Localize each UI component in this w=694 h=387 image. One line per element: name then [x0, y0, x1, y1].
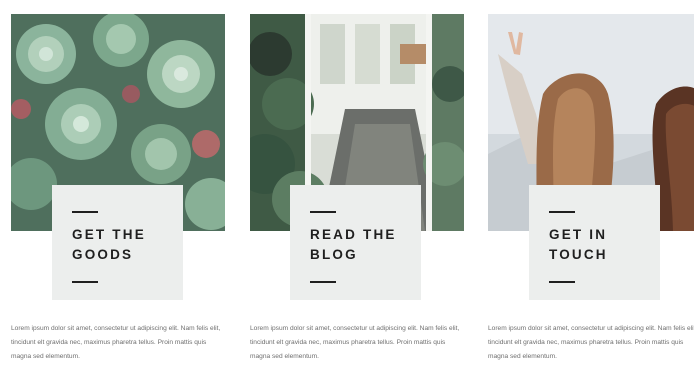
label-box: READ THE BLOG	[290, 185, 421, 300]
label-box: GET IN TOUCH	[529, 185, 660, 300]
card-description: Lorem ipsum dolor sit amet, consectetur …	[488, 325, 694, 360]
divider-top	[549, 211, 575, 213]
divider-bottom	[72, 281, 98, 283]
card-title[interactable]: GET THE GOODS	[72, 225, 177, 265]
card-title[interactable]: GET IN TOUCH	[549, 225, 654, 265]
card-title[interactable]: READ THE BLOG	[310, 225, 415, 265]
feature-cards-section: GET THE GOODS Lorem ipsum dolor sit amet…	[0, 0, 694, 387]
divider-bottom	[549, 281, 575, 283]
card-description: Lorem ipsum dolor sit amet, consectetur …	[11, 325, 221, 360]
card-description: Lorem ipsum dolor sit amet, consectetur …	[250, 325, 460, 360]
divider-bottom	[310, 281, 336, 283]
card-get-in-touch[interactable]: GET IN TOUCH Lorem ipsum dolor sit amet,…	[488, 14, 694, 387]
divider-top	[72, 211, 98, 213]
label-box: GET THE GOODS	[52, 185, 183, 300]
card-get-the-goods[interactable]: GET THE GOODS Lorem ipsum dolor sit amet…	[11, 14, 225, 387]
card-read-the-blog[interactable]: READ THE BLOG Lorem ipsum dolor sit amet…	[250, 14, 464, 387]
divider-top	[310, 211, 336, 213]
